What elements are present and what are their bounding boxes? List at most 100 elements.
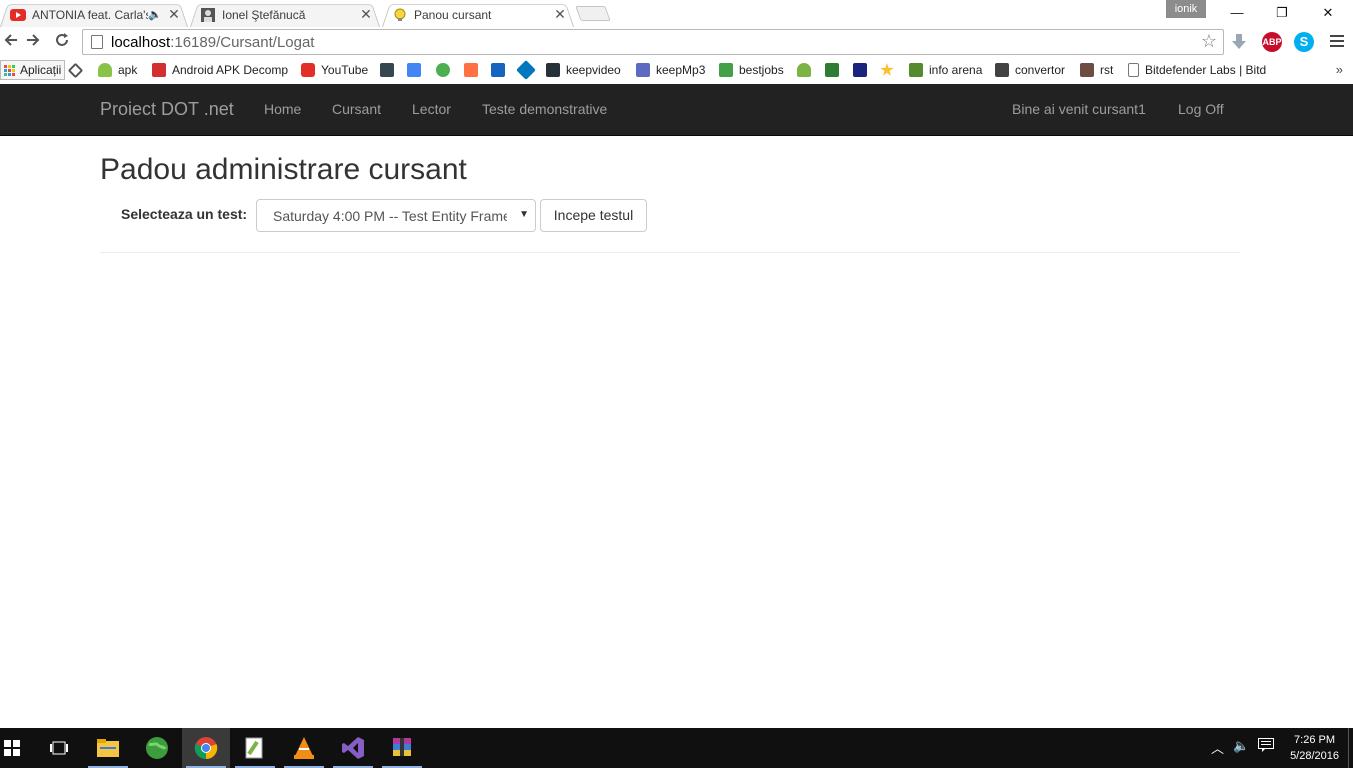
close-tab-icon[interactable]: ✕ <box>166 6 182 23</box>
bookmark-apps[interactable]: Aplicații <box>0 60 66 80</box>
restore-button[interactable]: ❐ <box>1260 2 1304 24</box>
logoff-link[interactable]: Log Off <box>1178 101 1224 117</box>
back-button[interactable] <box>0 30 22 54</box>
taskbar-notepadpp[interactable] <box>231 728 279 768</box>
info-arena-icon <box>909 63 923 77</box>
bookmark-cube[interactable] <box>516 60 539 80</box>
chevron-down-icon: ▼ <box>519 209 529 220</box>
bookmark-keepvideo[interactable]: keepvideo <box>546 61 621 79</box>
bookmark-tz[interactable] <box>380 61 400 79</box>
address-bar[interactable]: localhost:16189/Cursant/Logat ☆ <box>82 29 1224 55</box>
taskbar-visual-studio[interactable] <box>329 728 377 768</box>
bookmark-label: Android APK Decomp <box>172 63 289 77</box>
tab-panou-cursant[interactable]: Panou cursant ✕ <box>382 2 574 28</box>
bookmark-youtube[interactable]: YouTube <box>301 61 368 79</box>
nav-teste-demonstrative[interactable]: Teste demonstrative <box>482 101 607 117</box>
bookmark-green-ball[interactable] <box>436 61 456 79</box>
bookmark-label: info arena <box>929 63 983 77</box>
bookmark-bestjobs[interactable]: bestjobs <box>719 61 784 79</box>
download-icon[interactable] <box>1229 32 1249 52</box>
bookmark-mt[interactable] <box>853 61 873 79</box>
url-path: :16189/Cursant/Logat <box>170 33 315 51</box>
mt-icon <box>853 63 867 77</box>
taskbar-clock[interactable]: 7:26 PM 5/28/2016 <box>1290 732 1339 764</box>
task-view-button[interactable] <box>35 728 83 768</box>
chrome-menu-button[interactable] <box>1326 30 1348 54</box>
bookmark-label: Aplicații <box>20 63 62 77</box>
nav-home[interactable]: Home <box>264 101 301 117</box>
taskbar-winrar[interactable] <box>378 728 426 768</box>
vlc-icon <box>294 737 314 759</box>
android-green-icon <box>797 63 811 77</box>
bookmark-convertor[interactable]: convertor <box>995 61 1065 79</box>
u-icon <box>825 63 839 77</box>
site-brand-link[interactable]: Proiect DOT .net <box>100 99 234 120</box>
clock-time: 7:26 PM <box>1294 734 1336 746</box>
speaker-icon[interactable]: 🔈 <box>148 8 162 21</box>
forward-button[interactable] <box>22 30 44 54</box>
taskbar-globe[interactable] <box>133 728 181 768</box>
windows-logo-icon <box>4 740 20 756</box>
close-window-button[interactable]: ✕ <box>1306 2 1350 24</box>
bookmarks-overflow-button[interactable]: » <box>1336 62 1343 77</box>
close-tab-icon[interactable]: ✕ <box>552 6 568 23</box>
test-select-dropdown[interactable]: Saturday 4:00 PM -- Test Entity Framewor… <box>256 199 536 232</box>
volume-icon[interactable]: 🔈 <box>1233 738 1249 754</box>
adblock-plus-icon[interactable]: ABP <box>1262 32 1282 52</box>
hamburger-icon <box>1330 35 1344 47</box>
reload-icon <box>56 33 68 46</box>
bookmark-info-arena[interactable]: info arena <box>909 61 982 79</box>
apps-grid-icon <box>4 64 15 76</box>
star-man-icon <box>719 63 733 77</box>
bookmark-rst[interactable]: rst <box>1080 61 1113 79</box>
nav-lector[interactable]: Lector <box>412 101 451 117</box>
bookmark-label: YouTube <box>321 63 369 77</box>
welcome-user-link[interactable]: Bine ai venit cursant1 <box>1012 101 1146 117</box>
android-red-icon <box>152 63 166 77</box>
cube-icon <box>516 60 536 80</box>
bookmark-apk[interactable]: apk <box>98 61 137 79</box>
forward-arrow-icon <box>27 34 40 46</box>
action-center-icon[interactable] <box>1258 738 1274 755</box>
bookmark-u[interactable] <box>825 61 845 79</box>
tray-chevron-up-icon[interactable]: ︿ <box>1211 738 1224 757</box>
taskbar-chrome[interactable] <box>182 728 230 768</box>
bookmark-keepmp3[interactable]: keepMp3 <box>636 61 705 79</box>
bookmark-android-apk-decomp[interactable]: Android APK Decomp <box>152 61 288 79</box>
star-icon <box>880 63 894 76</box>
person-icon <box>200 7 216 23</box>
bookmark-orange-plus[interactable] <box>464 61 484 79</box>
notepadpp-icon <box>245 737 263 759</box>
taskbar-vlc[interactable] <box>280 728 328 768</box>
taskbar-file-explorer[interactable] <box>84 728 132 768</box>
file-explorer-icon <box>97 739 119 757</box>
start-button[interactable] <box>0 728 24 768</box>
bookmark-translate[interactable] <box>407 61 427 79</box>
bookmarks-bar: Aplicații apk Android APK Decomp YouTube… <box>0 57 1353 84</box>
profile-button[interactable]: ionik <box>1166 0 1206 18</box>
nav-cursant[interactable]: Cursant <box>332 101 381 117</box>
close-tab-icon[interactable]: ✕ <box>358 6 374 23</box>
skype-icon[interactable]: S <box>1294 32 1314 52</box>
chrome-icon <box>194 737 218 760</box>
tab-ionel[interactable]: Ionel Ştefănucă ✕ <box>190 2 380 28</box>
bookmark-star[interactable] <box>880 61 900 79</box>
site-navbar: Proiect DOT .net Home Cursant Lector Tes… <box>0 84 1353 136</box>
reload-button[interactable] <box>51 30 73 54</box>
winrar-icon <box>393 738 411 756</box>
tab-antonia[interactable]: ANTONIA feat. Carla's I 🔈 ✕ <box>0 2 188 28</box>
bookmark-star-icon[interactable]: ☆ <box>1201 31 1217 52</box>
show-desktop-button[interactable] <box>1348 728 1353 768</box>
eb-icon <box>491 63 505 77</box>
new-tab-button[interactable] <box>575 6 611 21</box>
page-title: Padou administrare cursant <box>100 153 467 186</box>
bookmark-eb[interactable] <box>491 61 511 79</box>
bookmark-label: keepvideo <box>566 63 621 77</box>
start-test-button[interactable]: Incepe testul <box>540 199 647 232</box>
bookmark-android-green[interactable] <box>797 61 817 79</box>
bookmark-bitdefender[interactable]: Bitdefender Labs | Bitd <box>1128 61 1268 79</box>
yt-mp3-icon <box>636 63 650 77</box>
bookmark-diamond[interactable] <box>67 61 87 79</box>
bookmark-label: Bitdefender Labs | Bitd <box>1145 63 1267 77</box>
minimize-button[interactable]: — <box>1215 2 1259 24</box>
